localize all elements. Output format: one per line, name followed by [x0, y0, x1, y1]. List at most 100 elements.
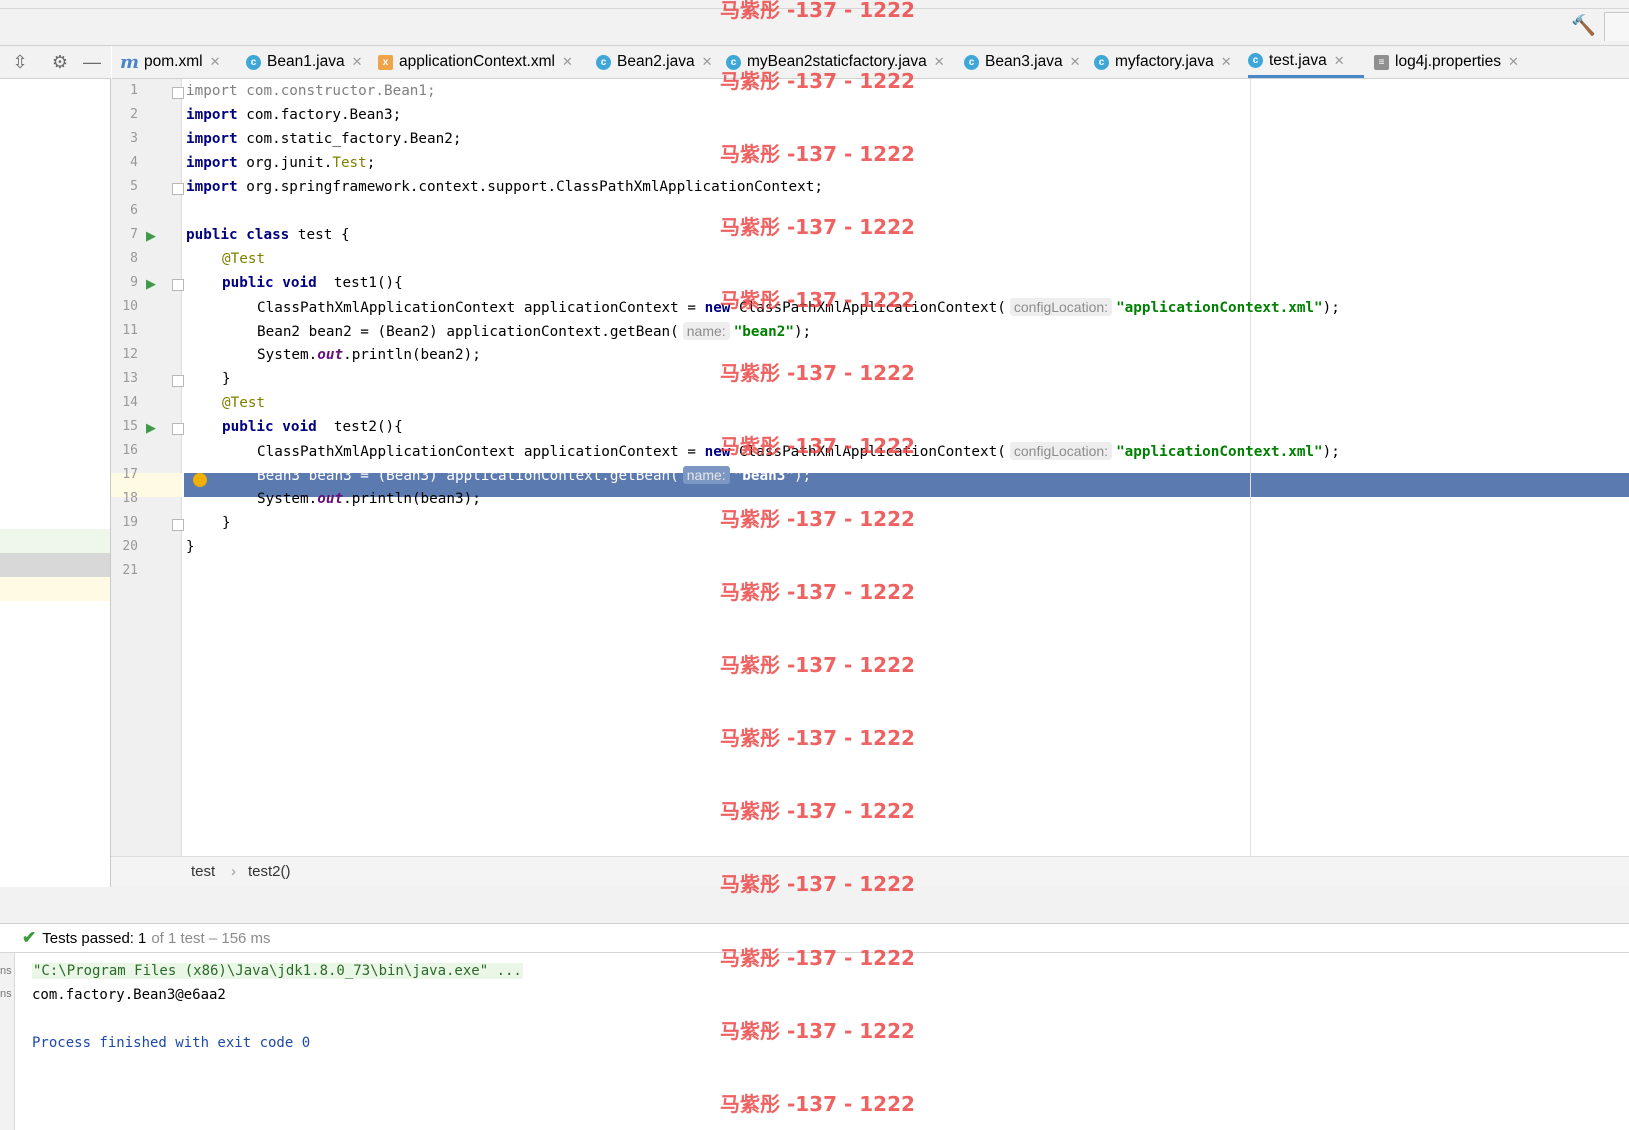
code-line[interactable]: } — [222, 511, 231, 535]
close-icon[interactable]: ✕ — [1508, 54, 1519, 70]
run-test-icon[interactable]: ▶ — [142, 419, 160, 437]
properties-icon: ≡ — [1374, 54, 1389, 70]
fold-marker-icon[interactable] — [172, 279, 184, 291]
tab-label: Bean2.java — [617, 53, 695, 70]
line-number: 14 — [122, 395, 138, 410]
breadcrumb-class[interactable]: test — [191, 863, 215, 880]
code-line[interactable]: System.out.println(bean3); — [257, 487, 481, 511]
tab-log4j-properties[interactable]: ≡ log4j.properties ✕ — [1374, 46, 1534, 78]
code-line[interactable]: public void test1(){ — [222, 271, 403, 295]
line-number: 4 — [130, 155, 138, 170]
right-margin-guide — [1250, 79, 1251, 861]
code-line[interactable]: @Test — [222, 391, 265, 415]
code-text: System. — [257, 347, 318, 363]
watermark: 马紫彤 -137 - 1222 — [720, 215, 915, 239]
code-line[interactable]: import org.junit.Test; — [186, 151, 375, 175]
breadcrumb-method[interactable]: test2() — [248, 863, 291, 880]
close-icon[interactable]: ✕ — [210, 54, 221, 70]
code-line[interactable]: import com.factory.Bean3; — [186, 103, 401, 127]
watermark: 马紫彤 -137 - 1222 — [720, 946, 915, 970]
watermark: 马紫彤 -137 - 1222 — [720, 799, 915, 823]
class-icon: c — [1094, 54, 1109, 70]
line-number: 20 — [122, 539, 138, 554]
tab-label: pom.xml — [144, 53, 203, 70]
keyword: import — [186, 83, 238, 99]
tab-test-java[interactable]: c test.java ✕ — [1248, 46, 1364, 78]
project-row-highlight[interactable] — [0, 577, 110, 601]
tab-bean1-java[interactable]: c Bean1.java ✕ — [246, 46, 368, 78]
tab-bean3-java[interactable]: c Bean3.java ✕ — [964, 46, 1086, 78]
watermark: 马紫彤 -137 - 1222 — [720, 1092, 915, 1116]
code-text: ); — [1322, 300, 1340, 316]
code-line[interactable]: public void test2(){ — [222, 415, 403, 439]
tab-label: Bean1.java — [267, 53, 345, 70]
close-icon[interactable]: ✕ — [562, 54, 573, 70]
code-line[interactable]: } — [186, 535, 195, 559]
annotation: Test — [332, 155, 367, 171]
keyword: public void — [222, 275, 317, 291]
tab-label: Bean3.java — [985, 53, 1063, 70]
code-line[interactable]: Bean2 bean2 = (Bean2) applicationContext… — [257, 319, 811, 343]
watermark: 马紫彤 -137 - 1222 — [720, 288, 915, 312]
keyword: import — [186, 107, 238, 123]
tab-applicationcontext-xml[interactable]: x applicationContext.xml ✕ — [378, 46, 588, 78]
fold-marker-icon[interactable] — [172, 519, 184, 531]
intention-bulb-icon[interactable] — [193, 473, 207, 487]
project-row-selected[interactable] — [0, 553, 110, 577]
watermark: 马紫彤 -137 - 1222 — [720, 69, 915, 93]
build-hammer-icon[interactable]: 🔨 — [1571, 14, 1596, 38]
fold-marker-icon[interactable] — [172, 87, 184, 99]
project-panel — [0, 79, 111, 894]
code-line[interactable]: public class test { — [186, 223, 350, 247]
code-line[interactable]: @Test — [222, 247, 265, 271]
keyword: import — [186, 155, 238, 171]
console-command-line: "C:\Program Files (x86)\Java\jdk1.8.0_73… — [32, 963, 523, 979]
static-field: out — [317, 347, 344, 363]
close-icon[interactable]: ✕ — [352, 54, 363, 70]
minimize-icon[interactable]: — — [80, 50, 104, 74]
code-text: com.static_factory.Bean2; — [237, 131, 462, 147]
code-line[interactable]: System.out.println(bean2); — [257, 343, 481, 367]
keyword: public class — [186, 227, 290, 243]
line-number: 21 — [122, 563, 138, 578]
code-line-current[interactable]: Bean3 bean3 = (Bean3) applicationContext… — [257, 463, 811, 487]
code-text: test2(){ — [316, 419, 403, 435]
annotation: @Test — [222, 251, 266, 267]
line-number: 16 — [122, 443, 138, 458]
parameter-hint: name: — [682, 466, 730, 484]
tab-label: test.java — [1269, 51, 1327, 69]
code-line[interactable]: import com.static_factory.Bean2; — [186, 127, 461, 151]
close-icon[interactable]: ✕ — [1334, 53, 1345, 69]
close-icon[interactable]: ✕ — [1070, 54, 1081, 70]
code-text: .println(bean3); — [343, 491, 481, 507]
code-line[interactable]: import com.constructor.Bean1; — [186, 79, 436, 103]
fold-marker-icon[interactable] — [172, 375, 184, 387]
watermark: 马紫彤 -137 - 1222 — [720, 653, 915, 677]
maven-icon: m — [120, 51, 140, 73]
annotation: @Test — [222, 395, 266, 411]
tab-pom-xml[interactable]: m pom.xml ✕ — [120, 46, 238, 78]
tab-label: applicationContext.xml — [399, 53, 555, 70]
project-row-selected-green[interactable] — [0, 529, 110, 553]
close-icon[interactable]: ✕ — [702, 54, 713, 70]
fold-marker-icon[interactable] — [172, 183, 184, 195]
tab-bean2-java[interactable]: c Bean2.java ✕ — [596, 46, 718, 78]
watermark: 马紫彤 -137 - 1222 — [720, 142, 915, 166]
line-number: 18 — [122, 491, 138, 506]
close-icon[interactable]: ✕ — [1221, 54, 1232, 70]
fold-marker-icon[interactable] — [172, 423, 184, 435]
code-text: Bean2 bean2 = (Bean2) applicationContext… — [257, 324, 679, 340]
test-tree-strip: ns ns — [0, 953, 15, 1130]
tab-myfactory-java[interactable]: c myfactory.java ✕ — [1094, 46, 1240, 78]
run-test-icon[interactable]: ▶ — [142, 227, 160, 245]
code-line[interactable]: } — [222, 367, 231, 391]
collapse-all-icon[interactable]: ⇳ — [8, 50, 32, 74]
code-line[interactable]: import org.springframework.context.suppo… — [186, 175, 823, 199]
code-text: System. — [257, 491, 318, 507]
close-icon[interactable]: ✕ — [934, 54, 945, 70]
gear-icon[interactable]: ⚙ — [48, 50, 72, 74]
check-icon: ✔ — [22, 928, 37, 947]
run-test-icon[interactable]: ▶ — [142, 275, 160, 293]
toolbar-corner-button[interactable] — [1604, 12, 1629, 41]
code-text: .println(bean2); — [343, 347, 481, 363]
